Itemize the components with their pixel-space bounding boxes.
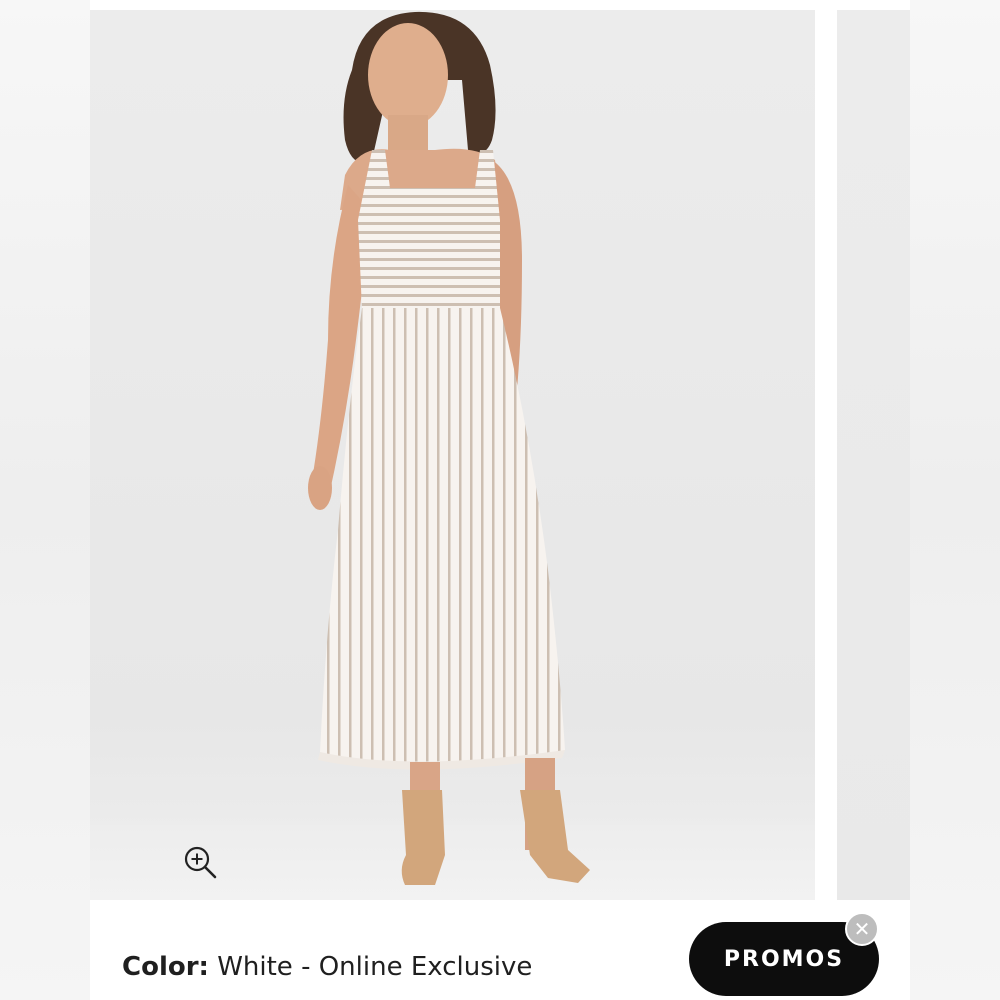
promos-close-button[interactable]: ✕ (845, 912, 879, 946)
next-product-image-peek[interactable] (837, 10, 910, 900)
product-card: Color: White - Online Exclusive PROMOS ✕ (90, 0, 910, 1000)
model-sandal-right (520, 790, 590, 883)
model-photo (308, 11, 590, 885)
right-gutter (910, 0, 1000, 1000)
promos-label: PROMOS (723, 946, 845, 972)
dress-skirt (320, 308, 565, 766)
close-icon: ✕ (853, 917, 871, 941)
product-info-bar: Color: White - Online Exclusive PROMOS ✕ (90, 900, 910, 1000)
color-value: White - Online Exclusive (208, 952, 533, 982)
model-face (368, 23, 448, 127)
product-main-image[interactable] (90, 10, 815, 900)
zoom-button[interactable] (180, 842, 220, 882)
model-sandal-left (401, 790, 445, 885)
left-gutter (0, 0, 90, 1000)
color-label: Color: (122, 952, 209, 982)
color-selection-text: Color: White - Online Exclusive (122, 952, 532, 982)
zoom-in-icon (184, 846, 217, 879)
